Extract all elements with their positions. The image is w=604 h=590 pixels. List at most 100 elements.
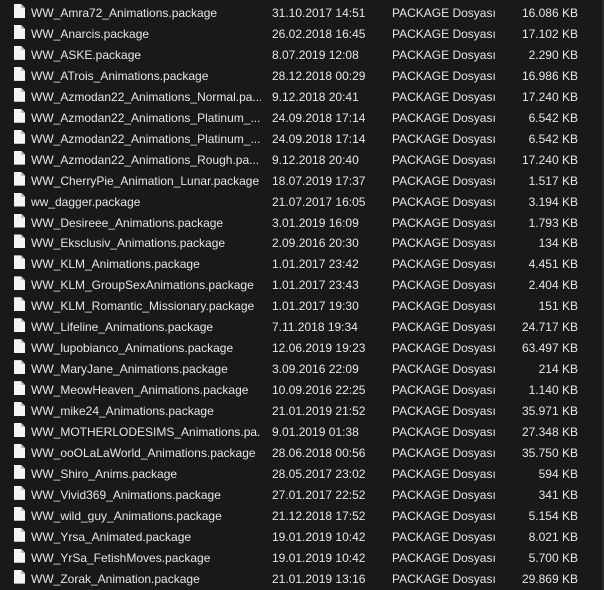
file-name: WW_wild_guy_Animations.package: [31, 508, 222, 523]
document-icon: [14, 402, 25, 417]
file-row[interactable]: WW_lupobianco_Animations.package 12.06.20…: [0, 337, 604, 358]
file-date-modified: 28.06.2018 00:56: [272, 445, 366, 460]
document-icon: [14, 318, 25, 333]
file-name: WW_KLM_Romantic_Missionary.package: [31, 299, 255, 314]
file-name: WW_KLM_GroupSexAnimations.package: [31, 278, 254, 293]
file-name: WW_Amra72_Animations.package: [31, 6, 218, 20]
file-row[interactable]: WW_ASKE.package 8.07.2019 12:08 PACKAGE Do…: [0, 44, 604, 65]
file-name: WW_Anarcis.package: [31, 26, 150, 41]
file-type: PACKAGE Dosyası: [392, 89, 496, 104]
file-size: 1.517 KB: [528, 173, 578, 188]
file-size: 5.154 KB: [528, 508, 578, 523]
file-row[interactable]: WW_Azmodan22_Animations_Rough.pa... 9.12.…: [0, 149, 604, 170]
file-row[interactable]: WW_Azmodan22_Animations_Normal.pa... 9.12…: [0, 86, 604, 107]
file-row[interactable]: WW_MeowHeaven_Animations.package 10.09.20…: [0, 379, 604, 400]
file-row[interactable]: WW_Anarcis.package 26.02.2018 16:45 PACKAG…: [0, 23, 604, 44]
file-date-modified: 9.12.2018 20:40: [272, 152, 359, 167]
file-date-modified: 1.01.2017 23:43: [272, 278, 359, 293]
file-size: 27.348 KB: [521, 425, 578, 439]
file-type: PACKAGE Dosyası: [392, 278, 496, 293]
document-icon: [14, 548, 25, 563]
file-name: WW_CherryPie_Animation_Lunar.package: [31, 173, 260, 188]
file-type: PACKAGE Dosyası: [392, 383, 496, 398]
file-row[interactable]: WW_ooOLaLaWorld_Animations.package 28.06.…: [0, 442, 604, 463]
file-type: PACKAGE Dosyası: [392, 47, 496, 62]
file-type: PACKAGE Dosyası: [392, 571, 496, 586]
file-row[interactable]: WW_Azmodan22_Animations_Platinum_... 24.0…: [0, 107, 604, 128]
file-row[interactable]: WW_KLM_Animations.package 1.01.2017 23:42…: [0, 253, 604, 274]
file-row[interactable]: WW_YrSa_FetishMoves.package 19.01.2019 10…: [0, 547, 604, 568]
document-icon: [14, 569, 25, 584]
document-icon: [14, 24, 25, 39]
file-date-modified: 7.11.2018 19:34: [272, 320, 358, 335]
file-size: 6.542 KB: [528, 131, 578, 146]
document-icon: [14, 255, 25, 270]
file-type: PACKAGE Dosyası: [392, 26, 496, 41]
file-row[interactable]: WW_Zorak_Animation.package 21.01.2019 13:…: [0, 568, 604, 589]
document-icon: [14, 443, 25, 458]
file-date-modified: 8.07.2019 12:08: [272, 47, 359, 62]
file-row[interactable]: WW_MaryJane_Animations.package 3.09.2016 …: [0, 358, 604, 379]
file-date-modified: 10.09.2016 22:25: [272, 383, 366, 398]
document-icon: [14, 129, 25, 144]
file-size: 5.700 KB: [528, 550, 578, 565]
file-row[interactable]: WW_CherryPie_Animation_Lunar.package 18.0…: [0, 170, 604, 191]
file-type: PACKAGE Dosyası: [392, 110, 496, 125]
file-row[interactable]: WW_Lifeline_Animations.package 7.11.2018 …: [0, 316, 604, 337]
file-row[interactable]: WW_Desireee_Animations.package 3.01.2019 …: [0, 212, 604, 233]
document-icon: [14, 234, 25, 249]
document-icon: [14, 527, 25, 542]
document-icon: [14, 360, 25, 375]
document-icon: [14, 150, 25, 165]
file-name: WW_Azmodan22_Animations_Rough.pa...: [31, 152, 260, 167]
file-size: 2.290 KB: [528, 47, 578, 62]
file-name: WW_mike24_Animations.package: [31, 404, 214, 419]
file-size: 341 KB: [538, 487, 578, 502]
file-row[interactable]: WW_KLM_GroupSexAnimations.package 1.01.20…: [0, 274, 604, 295]
file-row[interactable]: WW_Yrsa_Animated.package 19.01.2019 10:42…: [0, 526, 604, 547]
file-size: 17.102 KB: [521, 26, 578, 41]
file-type: PACKAGE Dosyası: [392, 529, 496, 544]
file-name: WW_Azmodan22_Animations_Normal.pa...: [31, 89, 261, 104]
document-icon: [14, 339, 25, 354]
file-date-modified: 21.01.2019 21:52: [272, 404, 366, 419]
document-icon: [14, 276, 25, 291]
file-row[interactable]: WW_Shiro_Anims.package 28.05.2017 23:02 PA…: [0, 463, 604, 484]
file-row[interactable]: WW_mike24_Animations.package 21.01.2019 2…: [0, 400, 604, 421]
file-name: WW_Desireee_Animations.package: [31, 215, 224, 230]
file-date-modified: 1.01.2017 19:30: [272, 299, 359, 314]
file-type: PACKAGE Dosyası: [392, 173, 496, 188]
file-row[interactable]: WW_MOTHERLODESIMS_Animations.pa... 9.01.2…: [0, 421, 604, 442]
file-size: 134 KB: [538, 236, 578, 251]
file-date-modified: 2.09.2016 20:30: [272, 236, 359, 251]
file-name: WW_YrSa_FetishMoves.package: [31, 550, 211, 565]
file-size: 1.793 KB: [528, 215, 578, 230]
file-row[interactable]: WW_Eksclusiv_Animations.package 2.09.2016…: [0, 232, 604, 253]
file-date-modified: 1.01.2017 23:42: [272, 257, 359, 272]
file-size: 1.140 KB: [528, 383, 578, 398]
file-name: ww_dagger.package: [31, 194, 141, 209]
file-type: PACKAGE Dosyası: [392, 194, 496, 209]
file-name: WW_ASKE.package: [31, 47, 142, 62]
document-icon: [14, 423, 25, 437]
document-icon: [14, 87, 25, 102]
file-size: 594 KB: [538, 466, 578, 481]
file-size: 16.986 KB: [521, 68, 578, 83]
file-date-modified: 26.02.2018 16:45: [272, 26, 366, 41]
document-icon: [14, 464, 25, 479]
file-name: WW_MOTHERLODESIMS_Animations.pa...: [31, 425, 261, 439]
file-name: WW_Vivid369_Animations.package: [31, 487, 221, 502]
file-name: WW_lupobianco_Animations.package: [31, 341, 234, 356]
document-icon: [14, 45, 25, 60]
file-row[interactable]: ww_dagger.package 21.07.2017 16:05 PACKAGE…: [0, 191, 604, 212]
file-row[interactable]: WW_KLM_Romantic_Missionary.package 1.01.2…: [0, 295, 604, 316]
document-icon: [14, 192, 25, 207]
file-row[interactable]: WW_Vivid369_Animations.package 27.01.2017…: [0, 484, 604, 505]
file-row[interactable]: WW_Azmodan22_Animations_Platinum_... 24.0…: [0, 128, 604, 149]
file-type: PACKAGE Dosyası: [392, 215, 496, 230]
file-row[interactable]: WW_Amra72_Animations.package 31.10.2017 1…: [0, 2, 604, 23]
file-size: 2.404 KB: [528, 278, 578, 293]
file-name: WW_Eksclusiv_Animations.package: [31, 236, 226, 251]
file-row[interactable]: WW_wild_guy_Animations.package 21.12.2018…: [0, 505, 604, 526]
file-row[interactable]: WW_ATrois_Animations.package 28.12.2018 0…: [0, 65, 604, 86]
